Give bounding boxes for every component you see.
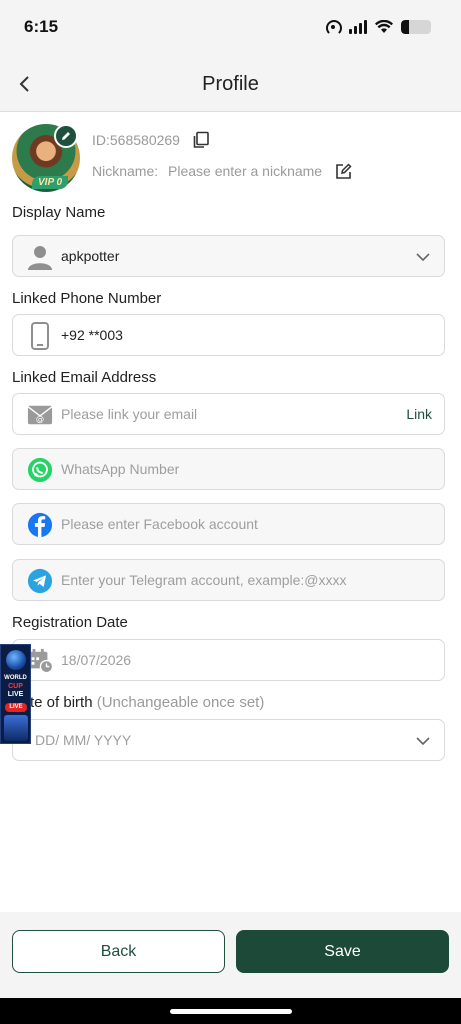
svg-text:@: @ bbox=[36, 414, 44, 424]
nav-bar: Profile bbox=[0, 56, 461, 112]
user-icon bbox=[27, 244, 53, 270]
nickname-input[interactable]: Please enter a nickname bbox=[168, 163, 322, 179]
status-bar: 6:15 bbox=[0, 0, 461, 56]
banner-line-2: CUP bbox=[8, 683, 23, 690]
page-title: Profile bbox=[202, 73, 259, 95]
display-name-select[interactable]: apkpotter bbox=[12, 235, 445, 277]
live-badge: LIVE bbox=[5, 703, 27, 712]
edit-avatar-icon[interactable] bbox=[54, 124, 78, 148]
phone-field[interactable]: +92 **003 bbox=[12, 314, 445, 356]
whatsapp-icon bbox=[27, 457, 53, 483]
dob-placeholder: DD/ MM/ YYYY bbox=[35, 732, 132, 748]
profile-form: VIP 0 ID:568580269 Nickname: Please ente… bbox=[0, 112, 461, 912]
telegram-field[interactable]: Enter your Telegram account, example:@xx… bbox=[12, 559, 445, 601]
phone-value: +92 **003 bbox=[61, 327, 123, 343]
battery-icon bbox=[401, 20, 431, 34]
display-name-label: Display Name bbox=[12, 204, 106, 221]
dob-note: (Unchangeable once set) bbox=[96, 694, 265, 711]
home-indicator[interactable] bbox=[170, 1009, 292, 1014]
status-time: 6:15 bbox=[24, 17, 59, 36]
phone-icon bbox=[27, 322, 53, 350]
display-name-value: apkpotter bbox=[61, 248, 120, 264]
dob-label-text: te of birth bbox=[30, 694, 93, 711]
telegram-icon bbox=[27, 568, 53, 594]
wifi-icon bbox=[375, 20, 393, 34]
chevron-down-icon bbox=[414, 732, 432, 750]
save-button[interactable]: Save bbox=[236, 930, 449, 973]
hotspot-icon bbox=[325, 19, 342, 36]
registration-date-field: 18/07/2026 bbox=[12, 639, 445, 681]
registration-date-value: 18/07/2026 bbox=[61, 652, 132, 668]
edit-nickname-icon[interactable] bbox=[335, 163, 352, 180]
trophy-icon bbox=[6, 650, 26, 670]
dob-label: te of birth (Unchangeable once set) bbox=[30, 694, 264, 711]
status-icons bbox=[325, 19, 431, 36]
vip-badge: VIP 0 bbox=[32, 176, 69, 189]
email-field[interactable]: @ Please link your email Link bbox=[12, 393, 445, 435]
copy-icon[interactable] bbox=[192, 131, 210, 149]
battery-level bbox=[401, 20, 409, 34]
telegram-placeholder: Enter your Telegram account, example:@xx… bbox=[61, 572, 347, 588]
player-image bbox=[4, 715, 28, 741]
back-button[interactable]: Back bbox=[12, 930, 225, 973]
registration-date-label: Registration Date bbox=[12, 614, 128, 631]
facebook-icon bbox=[27, 512, 53, 538]
bottom-action-bar: Back Save bbox=[0, 912, 461, 998]
banner-line-1: WORLD bbox=[4, 675, 27, 681]
facebook-placeholder: Please enter Facebook account bbox=[61, 516, 258, 532]
home-indicator-area bbox=[0, 998, 461, 1024]
cellular-signal-icon bbox=[349, 20, 367, 34]
banner-line-3: LIVE bbox=[7, 691, 24, 698]
email-placeholder: Please link your email bbox=[61, 406, 198, 422]
user-id: ID:568580269 bbox=[92, 132, 180, 148]
nickname-label: Nickname: bbox=[92, 163, 159, 179]
linked-phone-label: Linked Phone Number bbox=[12, 290, 162, 307]
world-cup-live-banner[interactable]: WORLD CUP LIVE LIVE bbox=[0, 644, 31, 744]
dob-select[interactable]: DD/ MM/ YYYY bbox=[12, 719, 445, 761]
link-email-button[interactable]: Link bbox=[406, 406, 432, 422]
linked-email-label: Linked Email Address bbox=[12, 369, 157, 386]
whatsapp-placeholder: WhatsApp Number bbox=[61, 461, 180, 477]
facebook-field[interactable]: Please enter Facebook account bbox=[12, 503, 445, 545]
chevron-down-icon bbox=[414, 248, 432, 266]
whatsapp-field[interactable]: WhatsApp Number bbox=[12, 448, 445, 490]
email-icon: @ bbox=[27, 402, 53, 428]
